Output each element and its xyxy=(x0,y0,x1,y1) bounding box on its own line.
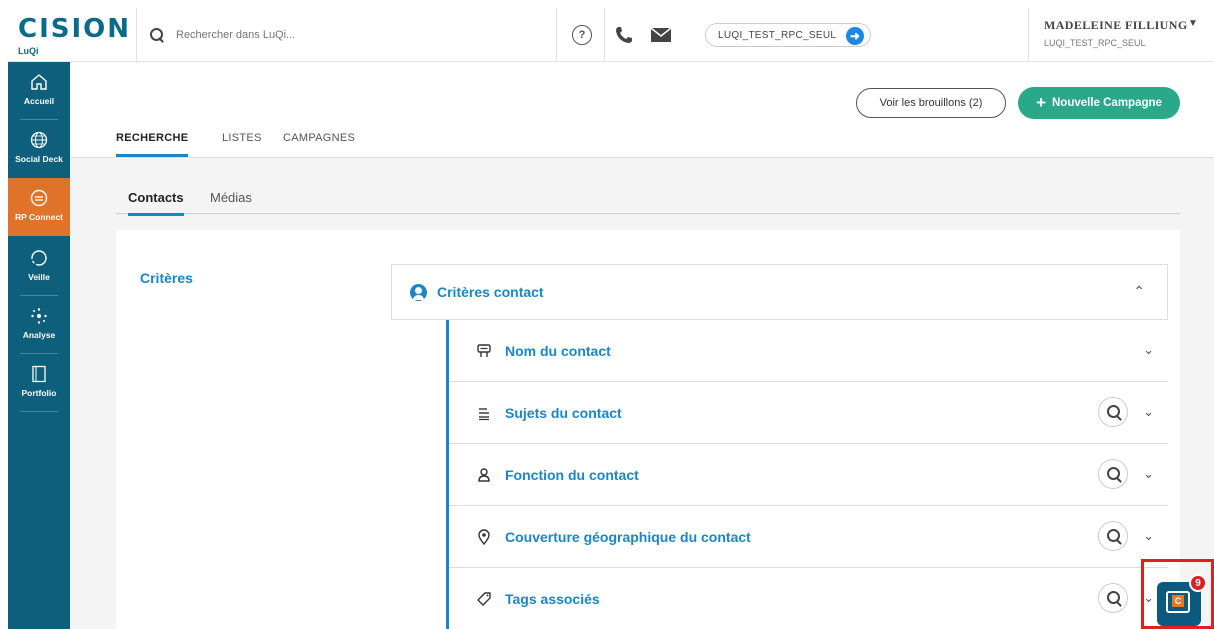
criteria-row-tags[interactable]: Tags associés ⌄ xyxy=(449,568,1168,629)
logo-wordmark: CISION xyxy=(18,14,132,44)
sidebar-item-analyse[interactable]: Analyse xyxy=(8,296,70,354)
refresh-icon xyxy=(31,250,47,266)
new-campaign-label: Nouvelle Campagne xyxy=(1052,97,1162,109)
list-icon xyxy=(475,404,493,422)
criteria-card: Critères Critères contact ⌃ Nom du conta… xyxy=(116,230,1180,629)
header-divider xyxy=(1028,8,1029,62)
chevron-down-icon[interactable]: ⌄ xyxy=(1143,528,1154,544)
criteria-section-title: Critères contact xyxy=(437,284,544,300)
app-root: CISION LuQi ? LUQI_TEST_RPC_SEUL ➜ MADEL… xyxy=(0,0,1214,629)
sidebar-item-label: Portfolio xyxy=(21,388,57,398)
criteria-list: Nom du contact ⌄ Sujets du contact ⌄ Fon… xyxy=(446,320,1168,629)
sidebar-item-label: RP Connect xyxy=(14,212,64,222)
criteria-row-label: Sujets du contact xyxy=(505,404,622,421)
criteria-row-label: Nom du contact xyxy=(505,342,611,359)
sidebar: Accueil Social Deck RP Connect Veille An… xyxy=(8,62,70,629)
tab-recherche[interactable]: RECHERCHE xyxy=(116,132,189,157)
header-divider xyxy=(136,8,137,62)
user-circle-icon xyxy=(410,283,427,301)
sidebar-item-label: Social Deck xyxy=(15,154,63,164)
tag-icon xyxy=(475,590,493,608)
new-campaign-button[interactable]: + Nouvelle Campagne xyxy=(1018,87,1180,119)
search-button[interactable] xyxy=(1098,459,1128,489)
tab-contacts[interactable]: Contacts xyxy=(128,190,184,216)
mail-icon[interactable] xyxy=(650,26,672,44)
sidebar-item-rp-connect[interactable]: RP Connect xyxy=(8,178,70,236)
top-bar: CISION LuQi ? LUQI_TEST_RPC_SEUL ➜ MADEL… xyxy=(8,8,1214,62)
location-pin-icon xyxy=(475,528,493,546)
tabs-band: Voir les brouillons (2) + Nouvelle Campa… xyxy=(70,62,1214,158)
criteria-contact-header[interactable]: Critères contact ⌃ xyxy=(391,264,1168,320)
cision-logo[interactable]: CISION LuQi xyxy=(8,8,136,62)
rp-connect-icon xyxy=(30,189,48,207)
help-button[interactable]: ? xyxy=(572,25,592,45)
subtabs: Contacts Médias xyxy=(116,186,1180,216)
sidebar-item-social-deck[interactable]: Social Deck xyxy=(8,120,70,178)
criteria-panel: Critères contact ⌃ Nom du contact ⌄ Suje… xyxy=(391,264,1168,629)
criteria-row-nom[interactable]: Nom du contact ⌄ xyxy=(449,320,1168,382)
chevron-up-icon[interactable]: ⌃ xyxy=(1133,283,1145,300)
tab-listes[interactable]: LISTES xyxy=(222,132,262,154)
criteria-row-label: Fonction du contact xyxy=(505,466,639,483)
header-divider xyxy=(604,8,605,62)
sidebar-item-veille[interactable]: Veille xyxy=(8,238,70,296)
badge-icon xyxy=(475,342,493,360)
criteria-label: Critères xyxy=(140,270,193,286)
search-button[interactable] xyxy=(1098,521,1128,551)
user-name[interactable]: MADELEINE FILLIUNG xyxy=(1044,18,1188,33)
header-divider xyxy=(556,8,557,62)
sidebar-item-label: Analyse xyxy=(22,330,56,340)
network-icon xyxy=(31,308,47,324)
plus-icon: + xyxy=(1036,93,1046,112)
sidebar-item-accueil[interactable]: Accueil xyxy=(8,62,70,120)
sidebar-divider xyxy=(20,411,58,412)
view-drafts-button[interactable]: Voir les brouillons (2) xyxy=(856,88,1006,118)
search-icon xyxy=(148,26,166,44)
chevron-down-icon[interactable]: ⌄ xyxy=(1143,342,1154,358)
search-button[interactable] xyxy=(1098,397,1128,427)
phone-icon[interactable] xyxy=(614,25,634,45)
tab-campagnes[interactable]: CAMPAGNES xyxy=(283,132,355,154)
arrow-right-icon[interactable]: ➜ xyxy=(846,27,864,45)
portfolio-icon xyxy=(32,365,46,383)
account-code: LUQI_TEST_RPC_SEUL xyxy=(718,29,837,41)
sidebar-item-label: Veille xyxy=(28,272,50,282)
chevron-down-icon[interactable]: ⌄ xyxy=(1143,466,1154,482)
sidebar-item-portfolio[interactable]: Portfolio xyxy=(8,354,70,412)
globe-icon xyxy=(30,131,48,149)
user-account: LUQI_TEST_RPC_SEUL xyxy=(1044,38,1146,48)
criteria-row-couverture[interactable]: Couverture géographique du contact ⌄ xyxy=(449,506,1168,568)
tab-medias[interactable]: Médias xyxy=(210,190,252,213)
criteria-row-label: Tags associés xyxy=(505,590,600,607)
global-search xyxy=(148,22,548,48)
account-selector[interactable]: LUQI_TEST_RPC_SEUL ➜ xyxy=(705,23,871,47)
sidebar-item-label: Accueil xyxy=(23,96,55,106)
search-input[interactable] xyxy=(176,29,536,41)
person-icon xyxy=(475,466,493,484)
logo-product-name: LuQi xyxy=(18,46,39,56)
notification-badge: 9 xyxy=(1189,574,1207,592)
criteria-row-fonction[interactable]: Fonction du contact ⌄ xyxy=(449,444,1168,506)
chevron-down-icon[interactable]: ⌄ xyxy=(1143,404,1154,420)
criteria-row-label: Couverture géographique du contact xyxy=(505,528,751,545)
home-icon xyxy=(31,74,47,90)
search-button[interactable] xyxy=(1098,583,1128,613)
chat-letter: C xyxy=(1172,595,1184,607)
main-content: Voir les brouillons (2) + Nouvelle Campa… xyxy=(70,62,1214,629)
criteria-row-sujets[interactable]: Sujets du contact ⌄ xyxy=(449,382,1168,444)
caret-down-icon[interactable]: ▼ xyxy=(1188,18,1198,29)
